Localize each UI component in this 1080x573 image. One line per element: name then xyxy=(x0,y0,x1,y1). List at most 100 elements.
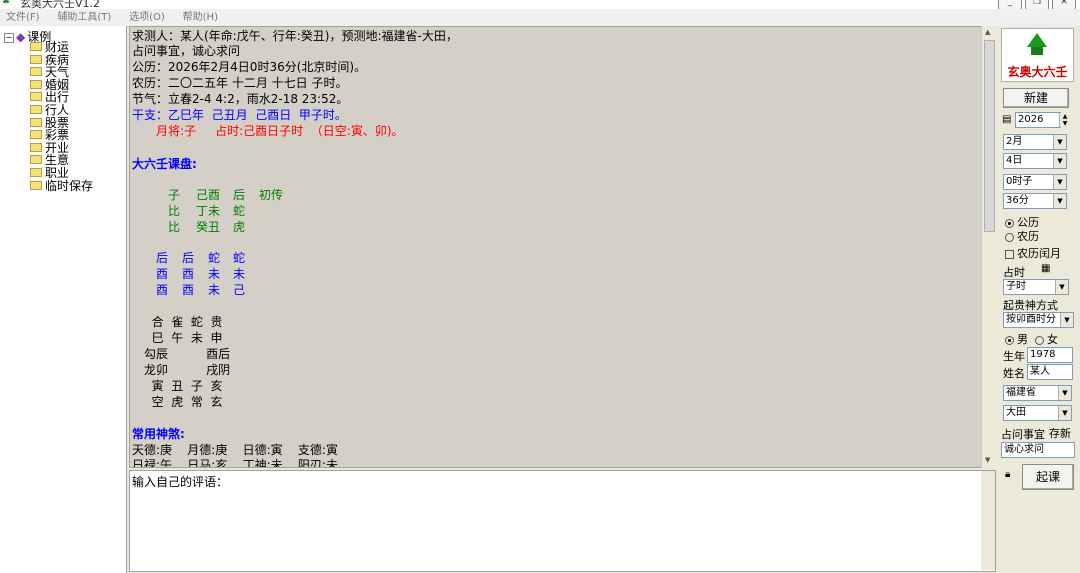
month-select[interactable]: 2月 ▼ xyxy=(1003,134,1067,150)
province-select[interactable]: 福建省 ▼ xyxy=(1003,385,1072,401)
tree-item[interactable]: 临时保存 xyxy=(30,178,94,193)
chuan-cell: 癸丑 xyxy=(195,220,220,234)
chevron-down-icon: ▼ xyxy=(1053,135,1066,149)
minute-value: 36分 xyxy=(1006,195,1029,206)
folder-icon xyxy=(30,42,42,51)
content-scrollbar[interactable]: ▲ ▼ xyxy=(981,26,996,468)
folder-icon xyxy=(30,79,42,89)
chuan-cell: 蛇 xyxy=(232,204,245,218)
menu-bar: 文件(F) 辅助工具(T) 选项(O) 帮助(H) xyxy=(0,9,1080,27)
name-input[interactable]: 某人 xyxy=(1027,364,1073,380)
grid-icon[interactable]: ▦ xyxy=(1041,263,1050,274)
menu-options[interactable]: 选项(O) xyxy=(129,9,165,26)
chuan-cell: 比 xyxy=(167,204,180,218)
book-icon: ◆ xyxy=(16,30,26,44)
chuan-cell: 比 xyxy=(167,220,180,234)
minute-select[interactable]: 36分 ▼ xyxy=(1003,193,1067,209)
scroll-down-icon[interactable]: ▼ xyxy=(985,456,990,464)
reading-output[interactable]: 求测人：某人(年命:戊午、行年:癸丑)，预测地:福建省-大田， 占问事宜，诚心求… xyxy=(129,26,983,468)
logo-icon xyxy=(1027,33,1047,47)
shensha-line: 天德:庚 月德:庚 日德:寅 支德:寅 xyxy=(132,443,338,457)
intro-line: 求测人：某人(年命:戊午、行年:癸丑)，预测地:福建省-大田， xyxy=(132,29,458,43)
scroll-up-icon[interactable]: ▲ xyxy=(985,28,990,36)
name-label: 姓名 xyxy=(1003,367,1025,380)
city-value: 大田 xyxy=(1006,407,1026,418)
zhanshi-select[interactable]: 子时 ▼ xyxy=(1003,279,1069,295)
tianpan-line: 寅 丑 子 亥 xyxy=(144,379,223,393)
intro-line: 占问事宜，诚心求问 xyxy=(132,44,241,58)
question-input[interactable]: 诚心求问 xyxy=(1001,442,1075,458)
ke-cell: 酉 xyxy=(181,283,194,297)
day-value: 4日 xyxy=(1006,155,1023,166)
restore-button[interactable]: ❐ xyxy=(1025,0,1049,9)
radio-male[interactable]: 男 xyxy=(1005,331,1028,347)
chuan-cell: 虎 xyxy=(232,220,245,234)
radio-label: 男 xyxy=(1017,333,1028,346)
ke-cell: 未 xyxy=(232,267,245,281)
guishen-label: 起贵神方式 xyxy=(1003,299,1058,312)
leap-month-checkbox[interactable]: 农历闰月 xyxy=(1005,245,1061,261)
lock-icon[interactable]: 🔒︎ xyxy=(1005,469,1010,480)
ke-cell: 己 xyxy=(232,283,245,297)
scroll-thumb[interactable] xyxy=(984,40,995,232)
minimize-button[interactable]: _ xyxy=(998,0,1022,9)
ke-cell: 酉 xyxy=(155,283,168,297)
year-input[interactable]: 2026 xyxy=(1015,112,1061,128)
ke-cell: 酉 xyxy=(155,267,168,281)
tianpan-line: 合 雀 蛇 贵 xyxy=(144,315,223,329)
folder-icon xyxy=(30,92,42,102)
comment-prompt: 输入自己的评语： xyxy=(132,475,229,489)
chuan-cell: 丁未 xyxy=(195,204,220,218)
close-button[interactable]: ✕ xyxy=(1052,0,1076,9)
radio-label: 女 xyxy=(1047,333,1058,346)
tree-items: 财运 疾病 天气 婚姻 出行 行人 股票 彩票 开业 生意 职业 临时保存 xyxy=(30,41,93,192)
folder-icon xyxy=(30,117,42,127)
collapse-icon[interactable]: − xyxy=(4,32,14,43)
menu-tools[interactable]: 辅助工具(T) xyxy=(57,9,111,26)
case-tree: − ◆ 课例 财运 疾病 天气 婚姻 出行 行人 股票 彩票 开业 生意 职业 临时… xyxy=(0,26,127,573)
radio-icon xyxy=(1035,335,1044,345)
guishen-select[interactable]: 按卯酉时分 ▼ xyxy=(1003,312,1074,328)
shensha-title: 常用神煞: xyxy=(132,427,185,441)
month-value: 2月 xyxy=(1006,136,1023,147)
radio-female[interactable]: 女 xyxy=(1035,331,1058,347)
year-spinner[interactable]: ▲ ▼ xyxy=(1059,113,1070,127)
ke-cell: 未 xyxy=(207,283,220,297)
ganzhi-line: 干支：乙巳年 己丑月 己酉日 甲子时。 xyxy=(132,108,347,122)
comment-textarea[interactable]: 输入自己的评语： xyxy=(129,470,996,572)
save-new-link[interactable]: 存新 xyxy=(1049,425,1071,441)
chevron-down-icon: ▼ xyxy=(1053,175,1066,189)
chuan-cell: 己酉 xyxy=(195,188,220,202)
tianpan-line: 巳 午 未 申 xyxy=(144,331,223,345)
chuan-cell: 子 xyxy=(167,188,180,202)
chevron-down-icon: ▼ xyxy=(1058,386,1071,400)
province-value: 福建省 xyxy=(1006,387,1036,398)
menu-help[interactable]: 帮助(H) xyxy=(183,9,218,26)
radio-icon xyxy=(1005,335,1014,345)
zhanshi-value: 子时 xyxy=(1006,281,1026,292)
tree-item-label: 临时保存 xyxy=(45,178,94,193)
hour-select[interactable]: 0时子 ▼ xyxy=(1003,174,1067,190)
radio-icon xyxy=(1005,232,1014,242)
menu-file[interactable]: 文件(F) xyxy=(6,9,40,26)
birth-year-input[interactable]: 1978 xyxy=(1027,347,1073,363)
birth-year-label: 生年 xyxy=(1003,350,1025,363)
checkbox-label: 农历闰月 xyxy=(1017,247,1061,260)
start-divination-button[interactable]: 起课 xyxy=(1022,464,1074,490)
tianpan-line: 勾辰 酉后 xyxy=(144,347,231,361)
folder-icon xyxy=(30,142,42,152)
ke-cell: 未 xyxy=(207,267,220,281)
new-button[interactable]: 新建 xyxy=(1003,88,1069,108)
city-select[interactable]: 大田 ▼ xyxy=(1003,405,1072,421)
radio-lunar[interactable]: 农历 xyxy=(1005,228,1039,244)
comment-scrollbar[interactable] xyxy=(981,471,995,570)
calendar-icon[interactable]: ▤ xyxy=(1002,114,1011,125)
app-icon: ♣ xyxy=(2,0,11,7)
folder-icon xyxy=(30,54,42,64)
title-bar: ♣ 玄奥大六壬V1.2 _ ❐ ✕ xyxy=(0,0,1080,9)
day-select[interactable]: 4日 ▼ xyxy=(1003,153,1067,169)
chevron-down-icon: ▼ xyxy=(1060,313,1073,327)
ke-cell: 蛇 xyxy=(207,251,220,265)
shensha-line: 日禄:午 日马:亥 丁神:未 阳刃:未 xyxy=(132,458,338,468)
radio-label: 农历 xyxy=(1017,230,1039,243)
